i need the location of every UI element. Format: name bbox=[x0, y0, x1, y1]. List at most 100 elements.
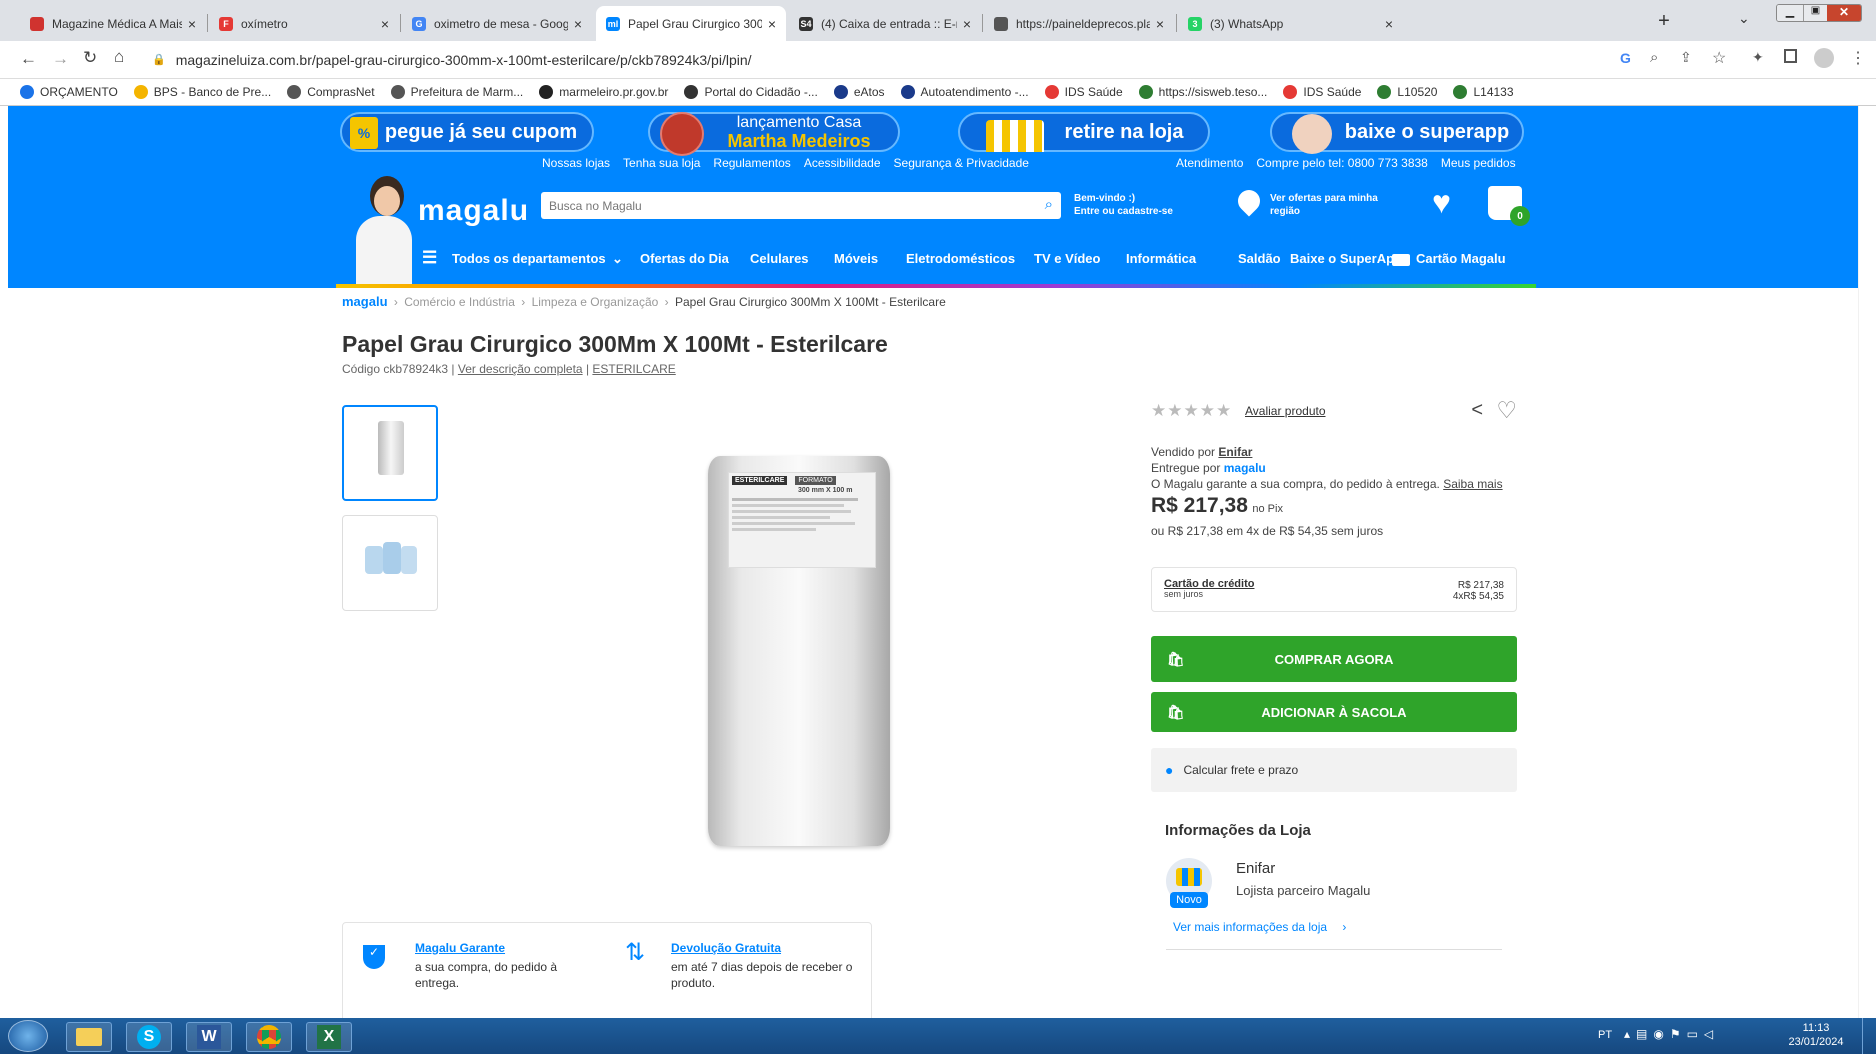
rate-product-link[interactable]: Avaliar produto bbox=[1245, 404, 1326, 418]
minimize-icon[interactable]: ▁ bbox=[1777, 5, 1803, 21]
shipping-calc-button[interactable]: ● Calcular frete e prazo bbox=[1151, 748, 1517, 792]
file-explorer-icon[interactable] bbox=[66, 1022, 112, 1052]
show-desktop-button[interactable] bbox=[1862, 1018, 1876, 1054]
nav-item[interactable]: Móveis bbox=[834, 251, 878, 266]
add-to-bag-button[interactable]: 🛍 ADICIONAR À SACOLA bbox=[1151, 692, 1517, 732]
close-window-icon[interactable]: ✕ bbox=[1827, 5, 1861, 21]
magalu-guarantee-title[interactable]: Magalu Garante bbox=[415, 941, 505, 955]
new-tab-button[interactable]: + bbox=[1651, 10, 1677, 34]
thumbnail-2[interactable] bbox=[342, 515, 438, 611]
home-icon[interactable]: ⌂ bbox=[114, 47, 124, 67]
bookmark-star-icon[interactable]: ☆ bbox=[1712, 48, 1726, 68]
breadcrumb-home-logo[interactable]: magalu bbox=[342, 294, 388, 309]
nav-item[interactable]: Baixe o SuperApp bbox=[1290, 251, 1402, 266]
promo-cupom-button[interactable]: % pegue já seu cupom bbox=[340, 112, 594, 152]
chrome-icon[interactable] bbox=[246, 1022, 292, 1052]
seller-link[interactable]: Enifar bbox=[1218, 445, 1252, 459]
top-link[interactable]: Meus pedidos bbox=[1441, 156, 1516, 170]
tab-close-icon[interactable]: × bbox=[574, 16, 582, 32]
back-icon[interactable]: ← bbox=[20, 49, 37, 69]
word-icon[interactable]: W bbox=[186, 1022, 232, 1052]
top-link[interactable]: Atendimento bbox=[1176, 156, 1243, 170]
promo-retire-button[interactable]: retire na loja bbox=[958, 112, 1210, 152]
tray-icons[interactable]: ▴▤◉⚑▭◁ bbox=[1624, 1027, 1719, 1041]
product-main-image[interactable]: ESTERILCARE FORMATO 300 mm X 100 m bbox=[698, 456, 894, 851]
learn-more-link[interactable]: Saiba mais bbox=[1443, 477, 1502, 491]
tab-close-icon[interactable]: × bbox=[188, 16, 196, 32]
location-pin-icon[interactable] bbox=[1233, 185, 1265, 218]
tab-2[interactable]: Foxímetro × bbox=[209, 6, 399, 41]
bookmark-item[interactable]: marmeleiro.pr.gov.br bbox=[539, 85, 668, 99]
nav-item[interactable]: Eletrodomésticos bbox=[906, 251, 1015, 266]
share-product-icon[interactable]: < bbox=[1471, 399, 1483, 422]
favorites-heart-icon[interactable]: ♥ bbox=[1432, 184, 1451, 221]
store-name[interactable]: Enifar bbox=[1236, 860, 1275, 877]
brand-link[interactable]: ESTERILCARE bbox=[592, 362, 675, 376]
top-link[interactable]: Nossas lojas bbox=[542, 156, 610, 170]
bookmark-item[interactable]: Autoatendimento -... bbox=[900, 85, 1029, 99]
bookmark-item[interactable]: https://sisweb.teso... bbox=[1138, 85, 1267, 99]
nav-item[interactable]: TV e Vídeo bbox=[1034, 251, 1100, 266]
breadcrumb-item[interactable]: Comércio e Indústria bbox=[404, 295, 515, 309]
bookmark-item[interactable]: IDS Saúde bbox=[1283, 85, 1361, 99]
bookmark-item[interactable]: L10520 bbox=[1377, 85, 1437, 99]
language-indicator[interactable]: PT bbox=[1598, 1029, 1612, 1041]
excel-icon[interactable]: X bbox=[306, 1022, 352, 1052]
address-bar[interactable]: 🔒 magazineluiza.com.br/papel-grau-cirurg… bbox=[152, 45, 1592, 74]
cart-icon[interactable]: 0 bbox=[1488, 186, 1530, 226]
tab-close-icon[interactable]: × bbox=[768, 16, 776, 32]
bookmark-item[interactable]: Portal do Cidadão -... bbox=[684, 85, 818, 99]
breadcrumb-item[interactable]: Limpeza e Organização bbox=[532, 295, 659, 309]
bookmark-item[interactable]: eAtos bbox=[833, 85, 885, 99]
login-link[interactable]: Bem-vindo :) Entre ou cadastre-se bbox=[1074, 192, 1173, 218]
clock[interactable]: 11:13 23/01/2024 bbox=[1786, 1021, 1846, 1049]
search-input[interactable]: Busca no Magalu ⌕ bbox=[541, 192, 1061, 219]
page-scrollbar[interactable] bbox=[1858, 106, 1859, 1018]
tab-4[interactable]: ml Papel Grau Cirurgico 300Mm X 1 × bbox=[596, 6, 786, 41]
thumbnail-1[interactable] bbox=[342, 405, 438, 501]
tab-7[interactable]: 3 (3) WhatsApp × bbox=[1178, 6, 1403, 41]
top-link[interactable]: Regulamentos bbox=[713, 156, 790, 170]
tab-search-icon[interactable]: ⌄ bbox=[1738, 10, 1750, 27]
nav-item[interactable]: Todos os departamentos bbox=[452, 251, 606, 266]
bookmark-item[interactable]: L14133 bbox=[1453, 85, 1514, 99]
maximize-icon[interactable]: ▣ bbox=[1803, 5, 1827, 21]
nav-item[interactable]: Celulares bbox=[750, 251, 809, 266]
tab-1[interactable]: Magazine Médica A Mais Comple × bbox=[20, 6, 206, 41]
share-icon[interactable]: ⇪ bbox=[1680, 49, 1692, 66]
more-store-info-link[interactable]: Ver mais informações da loja › bbox=[1173, 920, 1346, 934]
skype-icon[interactable]: S bbox=[126, 1022, 172, 1052]
tab-close-icon[interactable]: × bbox=[963, 16, 971, 32]
side-panel-icon[interactable] bbox=[1784, 49, 1797, 63]
google-icon[interactable]: G bbox=[1620, 50, 1631, 66]
reload-icon[interactable]: ↻ bbox=[83, 48, 97, 68]
top-link[interactable]: Tenha sua loja bbox=[623, 156, 700, 170]
payment-option-card[interactable]: Cartão de crédito sem juros R$ 217,38 4x… bbox=[1151, 567, 1517, 612]
nav-item[interactable]: Ofertas do Dia bbox=[640, 251, 729, 266]
buy-now-button[interactable]: 🛍 COMPRAR AGORA bbox=[1151, 636, 1517, 682]
promo-superapp-button[interactable]: baixe o superapp bbox=[1270, 112, 1524, 154]
top-link[interactable]: Acessibilidade bbox=[804, 156, 881, 170]
top-link[interactable]: Compre pelo tel: 0800 773 3838 bbox=[1256, 156, 1427, 170]
tab-close-icon[interactable]: × bbox=[1385, 16, 1393, 32]
nav-item[interactable]: Saldão bbox=[1238, 251, 1281, 266]
profile-avatar-icon[interactable] bbox=[1814, 48, 1834, 68]
top-link[interactable]: Segurança & Privacidade bbox=[894, 156, 1029, 170]
start-button[interactable] bbox=[8, 1020, 48, 1052]
tab-6[interactable]: https://paineldeprecos.planejame × bbox=[984, 6, 1174, 41]
favorite-heart-icon[interactable]: ♡ bbox=[1496, 397, 1517, 424]
menu-hamburger-icon[interactable]: ☰ bbox=[422, 248, 437, 268]
tab-3[interactable]: Goximetro de mesa - Google Shop × bbox=[402, 6, 592, 41]
tab-close-icon[interactable]: × bbox=[1156, 16, 1164, 32]
magalu-logo[interactable]: magalu bbox=[418, 194, 529, 228]
full-description-link[interactable]: Ver descrição completa bbox=[458, 362, 583, 376]
region-link[interactable]: Ver ofertas para minha região bbox=[1270, 192, 1378, 218]
menu-icon[interactable]: ⋮ bbox=[1850, 48, 1866, 68]
free-return-title[interactable]: Devolução Gratuita bbox=[671, 941, 781, 955]
tab-5[interactable]: S4 (4) Caixa de entrada :: E-mail - m × bbox=[789, 6, 981, 41]
bookmark-item[interactable]: Prefeitura de Marm... bbox=[390, 85, 523, 99]
bookmark-item[interactable]: IDS Saúde bbox=[1044, 85, 1123, 99]
bookmark-item[interactable]: ComprasNet bbox=[287, 85, 375, 99]
extensions-icon[interactable]: ✦ bbox=[1752, 49, 1764, 66]
forward-icon[interactable]: → bbox=[52, 49, 69, 69]
